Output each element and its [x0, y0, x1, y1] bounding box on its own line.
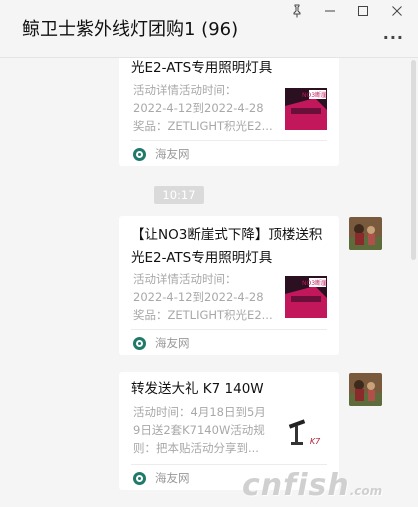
close-icon[interactable]: [386, 2, 408, 20]
source-logo-icon: [133, 147, 146, 161]
source-label: 海友网: [155, 471, 190, 485]
minimize-icon[interactable]: [319, 2, 341, 20]
card-thumbnail: NO3断崖式: [285, 88, 333, 130]
title-bar: 鲸卫士紫外线灯团购1 (96) ···: [0, 0, 418, 58]
pin-icon[interactable]: [286, 2, 308, 20]
card-divider: [131, 140, 327, 141]
maximize-icon[interactable]: [352, 2, 374, 20]
card-source: 海友网: [133, 468, 190, 488]
link-card[interactable]: 【让NO3断崖式下降】顶楼送积光E2-ATS专用照明灯具 活动详情活动时间： 2…: [119, 216, 339, 355]
source-logo-icon: [133, 336, 146, 350]
svg-text:K7: K7: [310, 437, 321, 446]
card-title: 转发送大礼 K7 140W: [131, 381, 264, 397]
card-thumbnail: NO3断崖式: [285, 276, 333, 318]
source-logo-icon: [133, 471, 146, 485]
card-desc-line: 2022-4-12到2022-4-28: [133, 101, 264, 115]
card-desc-line: 9日送2套K7140W活动规: [133, 423, 265, 437]
card-divider: [131, 464, 327, 465]
card-desc-line: 2022-4-12到2022-4-28: [133, 290, 264, 304]
svg-text:NO3断崖式: NO3断崖式: [302, 279, 327, 287]
source-label: 海友网: [155, 147, 190, 161]
card-title: 光E2-ATS专用照明灯具: [131, 60, 273, 76]
card-source: 海友网: [133, 333, 190, 353]
svg-text:NO3断崖式: NO3断崖式: [302, 91, 327, 99]
card-desc-line: 奖品：ZETLIGHT积光E2...: [133, 119, 273, 133]
card-desc-line: 奖品：ZETLIGHT积光E2...: [133, 308, 273, 322]
card-title: 【让NO3断崖式下降】顶楼送积光E2-ATS专用照明灯具: [131, 227, 323, 266]
card-desc-line: 活动时间：4月18日到5月: [133, 405, 266, 419]
source-label: 海友网: [155, 336, 190, 350]
chat-title: 鲸卫士紫外线灯团购1 (96): [22, 19, 239, 40]
message-timestamp: 10:17: [154, 186, 204, 204]
avatar[interactable]: [349, 373, 382, 406]
more-options-button[interactable]: ···: [383, 28, 404, 47]
watermark: cnfish.com: [242, 468, 383, 503]
card-thumbnail: K7: [285, 414, 327, 456]
card-source: 海友网: [133, 144, 190, 164]
avatar[interactable]: [349, 217, 382, 250]
card-desc-line: 活动详情活动时间：: [133, 83, 237, 97]
link-card[interactable]: 光E2-ATS专用照明灯具 活动详情活动时间： 2022-4-12到2022-4…: [119, 40, 339, 166]
card-desc-line: 活动详情活动时间：: [133, 272, 237, 286]
card-divider: [131, 329, 327, 330]
card-desc-line: 则：把本贴活动分享到...: [133, 441, 259, 455]
scrollbar[interactable]: [411, 60, 416, 260]
